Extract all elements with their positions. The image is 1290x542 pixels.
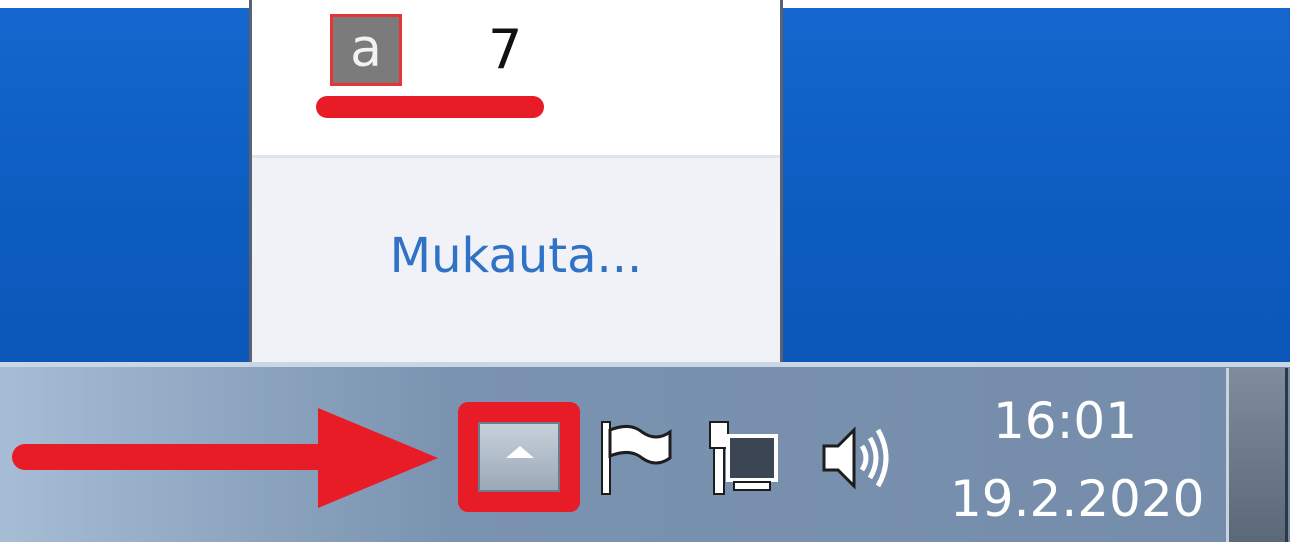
hidden-app-icon[interactable]: a: [330, 14, 402, 86]
taskbar-clock[interactable]: 16:01 19.2.2020: [950, 386, 1205, 534]
red-arrow-head-annotation: [318, 408, 438, 508]
notification-overflow-panel: a 7 Mukauta...: [249, 0, 783, 362]
clock-time: 16:01: [992, 392, 1138, 450]
customize-link[interactable]: Mukauta...: [252, 228, 780, 284]
red-underline-annotation: [316, 96, 544, 118]
action-center-flag-icon[interactable]: [598, 418, 678, 498]
speaker-icon[interactable]: [818, 418, 898, 498]
network-icon[interactable]: [704, 418, 784, 498]
chevron-up-icon: [506, 446, 534, 458]
hidden-app-count: 7: [488, 18, 523, 81]
red-arrow-annotation: [12, 444, 342, 470]
hidden-icons-area: a 7: [252, 0, 780, 158]
show-hidden-icons-button[interactable]: [458, 402, 580, 512]
show-desktop-button[interactable]: [1226, 368, 1288, 542]
clock-date: 19.2.2020: [950, 470, 1205, 528]
show-hidden-icons-inner[interactable]: [478, 422, 560, 492]
